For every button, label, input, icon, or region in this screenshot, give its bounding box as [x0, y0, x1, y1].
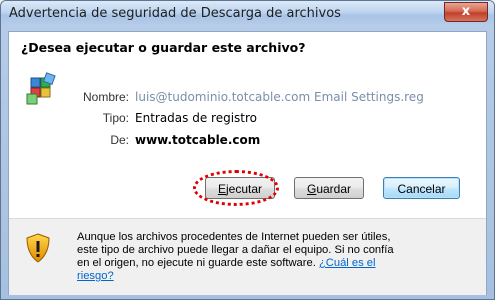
close-button[interactable]: x: [444, 2, 488, 22]
type-label: Tipo:: [102, 111, 129, 125]
registry-file-icon: [26, 72, 56, 105]
name-label: Nombre:: [82, 90, 129, 104]
dialog-body: ¿Desea ejecutar o guardar este archivo? …: [8, 31, 487, 295]
title-bar[interactable]: Advertencia de seguridad de Descarga de …: [1, 1, 494, 27]
file-type-value: Entradas de registro: [135, 111, 258, 125]
warning-panel: Aunque los archivos procedentes de Inter…: [9, 218, 486, 295]
dialog-question: ¿Desea ejecutar o guardar este archivo?: [21, 40, 306, 55]
window-title: Advertencia de seguridad de Descarga de …: [9, 6, 341, 21]
file-name-value: luis@tudominio.totcable.com Email Settin…: [135, 90, 424, 104]
source-domain-value: www.totcable.com: [135, 133, 261, 147]
annotation-highlight-ellipse: [193, 170, 279, 206]
save-button[interactable]: Guardar: [294, 177, 364, 199]
security-shield-icon: [26, 233, 50, 263]
cancel-button[interactable]: Cancelar: [383, 177, 460, 199]
save-accelerator: G: [306, 182, 317, 196]
from-label: De:: [110, 133, 129, 147]
save-label: uardar: [316, 182, 352, 196]
close-icon: x: [461, 4, 471, 19]
warning-message: Aunque los archivos procedentes de Inter…: [77, 231, 407, 283]
download-warning-window: Advertencia de seguridad de Descarga de …: [0, 0, 495, 300]
